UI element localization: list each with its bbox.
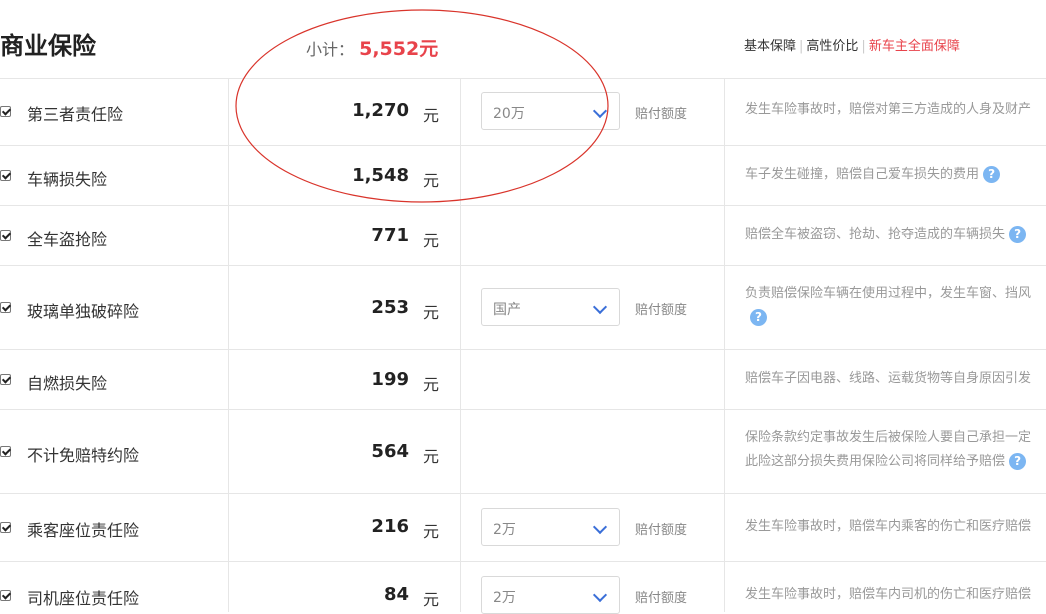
coverage-select-value: 20万	[493, 106, 525, 122]
desc-line: 赔偿全车被盗窃、抢劫、抢夺造成的车辆损失	[745, 227, 1006, 242]
help-icon[interactable]: ?	[1009, 453, 1027, 470]
page-title: 商业保险	[0, 32, 96, 60]
insurance-name: 司机座位责任险	[27, 589, 140, 608]
insurance-desc: 赔偿车子因电器、线路、运载货物等自身原因引发	[745, 367, 1031, 391]
coverage-select[interactable]: 2万	[481, 576, 620, 614]
insurance-price: 1,270	[352, 100, 409, 121]
desc-line: 发生车险事故时，赔偿对第三方造成的人身及财产	[745, 102, 1032, 117]
chevron-down-icon	[592, 103, 608, 119]
insurance-row: 司机座位责任险 84 元 2万 赔付额度 发生车险事故时，赔偿车内司机的伤亡和医…	[0, 562, 1046, 614]
insurance-name: 第三者责任险	[27, 105, 124, 124]
plan-new-owner[interactable]: 新车主全面保障	[869, 39, 960, 54]
plan-value[interactable]: 高性价比	[806, 39, 858, 54]
chevron-down-icon	[592, 519, 608, 535]
chevron-down-icon	[592, 587, 608, 603]
row-checkbox[interactable]	[0, 374, 11, 385]
row-checkbox[interactable]	[0, 302, 11, 313]
desc-line: 负责赔偿保险车辆在使用过程中，发生车窗、挡风	[745, 286, 1032, 301]
row-checkbox[interactable]	[0, 230, 11, 241]
insurance-desc: 车子发生碰撞，赔偿自己爱车损失的费用 ?	[745, 163, 1001, 187]
row-checkbox[interactable]	[0, 106, 11, 117]
chevron-down-icon	[592, 299, 608, 315]
subtotal-amount: 5,552元	[359, 38, 439, 60]
coverage-select-value: 2万	[493, 590, 516, 606]
insurance-row: 全车盗抢险 771 元 赔偿全车被盗窃、抢劫、抢夺造成的车辆损失 ?	[0, 206, 1046, 266]
insurance-desc: 发生车险事故时，赔偿车内司机的伤亡和医疗赔偿	[745, 583, 1031, 607]
insurance-name: 玻璃单独破碎险	[27, 302, 140, 321]
insurance-name: 不计免赔特约险	[27, 446, 140, 465]
coverage-label: 赔付额度	[635, 591, 688, 606]
coverage-select-value: 国产	[493, 302, 521, 318]
desc-line: 发生车险事故时，赔偿车内乘客的伤亡和医疗赔偿	[745, 519, 1032, 534]
desc-line: 车子发生碰撞，赔偿自己爱车损失的费用	[745, 167, 980, 182]
price-unit: 元	[423, 447, 440, 466]
insurance-price: 564	[371, 441, 409, 462]
price-unit: 元	[423, 106, 440, 125]
desc-line: 此险这部分损失费用保险公司将同样给予赔偿	[745, 454, 1006, 469]
help-icon[interactable]: ?	[983, 166, 1001, 183]
desc-line: 保险条款约定事故发生后被保险人要自己承担一定	[745, 430, 1032, 445]
coverage-label: 赔付额度	[635, 523, 688, 538]
insurance-row: 自燃损失险 199 元 赔偿车子因电器、线路、运载货物等自身原因引发	[0, 350, 1046, 410]
insurance-price: 771	[371, 225, 409, 246]
insurance-name: 乘客座位责任险	[27, 521, 140, 540]
subtotal-label: 小计：	[306, 40, 355, 59]
insurance-desc: 保险条款约定事故发生后被保险人要自己承担一定 此险这部分损失费用保险公司将同样给予…	[745, 426, 1031, 474]
insurance-desc: 赔偿全车被盗窃、抢劫、抢夺造成的车辆损失 ?	[745, 223, 1027, 247]
coverage-select-value: 2万	[493, 522, 516, 538]
insurance-price: 253	[371, 297, 409, 318]
price-unit: 元	[423, 522, 440, 541]
row-checkbox[interactable]	[0, 170, 11, 181]
insurance-row: 第三者责任险 1,270 元 20万 赔付额度 发生车险事故时，赔偿对第三方造成…	[0, 78, 1046, 146]
plan-tabs: 基本保障 | 高性价比 | 新车主全面保障	[744, 35, 960, 54]
insurance-price: 84	[383, 584, 409, 605]
price-unit: 元	[423, 590, 440, 609]
coverage-label: 赔付额度	[635, 303, 688, 318]
plan-separator: |	[799, 39, 804, 54]
plan-basic[interactable]: 基本保障	[744, 39, 796, 54]
price-unit: 元	[423, 303, 440, 322]
row-checkbox[interactable]	[0, 590, 11, 601]
insurance-name: 车辆损失险	[27, 170, 108, 189]
subtotal: 小计： 5,552元	[306, 34, 438, 61]
insurance-row: 车辆损失险 1,548 元 车子发生碰撞，赔偿自己爱车损失的费用 ?	[0, 146, 1046, 206]
row-checkbox[interactable]	[0, 522, 11, 533]
insurance-name: 自燃损失险	[27, 374, 108, 393]
insurance-row: 乘客座位责任险 216 元 2万 赔付额度 发生车险事故时，赔偿车内乘客的伤亡和…	[0, 494, 1046, 562]
insurance-row: 玻璃单独破碎险 253 元 国产 赔付额度 负责赔偿保险车辆在使用过程中，发生车…	[0, 266, 1046, 350]
price-unit: 元	[423, 375, 440, 394]
coverage-select[interactable]: 国产	[481, 288, 620, 326]
price-unit: 元	[423, 231, 440, 250]
insurance-price: 216	[371, 516, 409, 537]
coverage-select[interactable]: 2万	[481, 508, 620, 546]
insurance-desc: 发生车险事故时，赔偿车内乘客的伤亡和医疗赔偿	[745, 515, 1031, 539]
header: 商业保险 小计： 5,552元 基本保障 | 高性价比 | 新车主全面保障	[0, 0, 1046, 79]
price-unit: 元	[423, 171, 440, 190]
insurance-price: 199	[371, 369, 409, 390]
insurance-desc: 负责赔偿保险车辆在使用过程中，发生车窗、挡风?	[745, 282, 1031, 330]
insurance-desc: 发生车险事故时，赔偿对第三方造成的人身及财产	[745, 98, 1031, 122]
desc-line: 发生车险事故时，赔偿车内司机的伤亡和医疗赔偿	[745, 587, 1032, 602]
help-icon[interactable]: ?	[1009, 226, 1027, 243]
row-checkbox[interactable]	[0, 446, 11, 457]
coverage-label: 赔付额度	[635, 107, 688, 122]
coverage-select[interactable]: 20万	[481, 92, 620, 130]
insurance-price: 1,548	[352, 165, 409, 186]
help-icon[interactable]: ?	[750, 309, 767, 326]
insurance-name: 全车盗抢险	[27, 230, 108, 249]
insurance-row: 不计免赔特约险 564 元 保险条款约定事故发生后被保险人要自己承担一定 此险这部…	[0, 410, 1046, 494]
plan-separator: |	[861, 39, 866, 54]
desc-line: 赔偿车子因电器、线路、运载货物等自身原因引发	[745, 371, 1032, 386]
